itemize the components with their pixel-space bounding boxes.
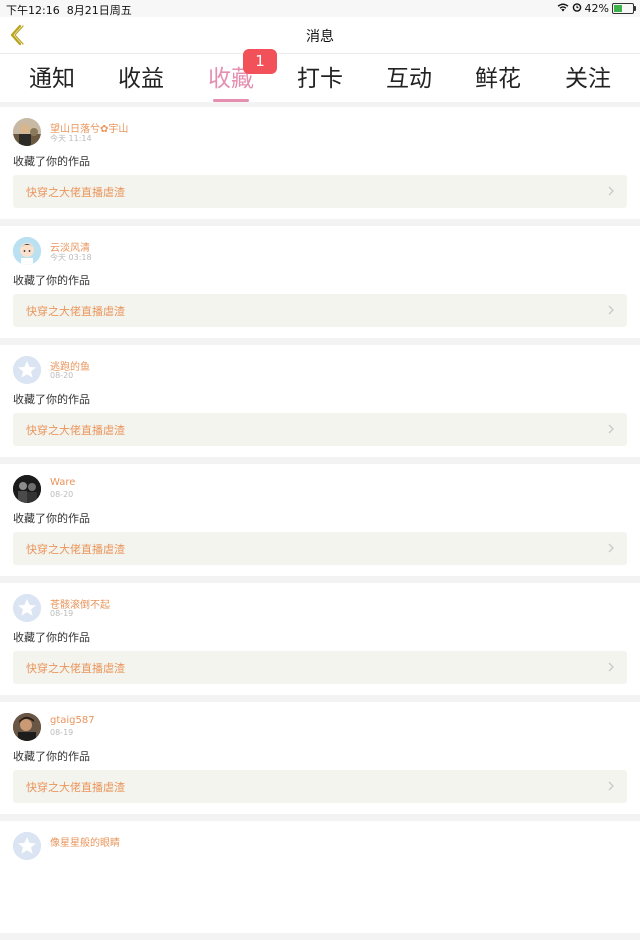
action-text: 收藏了你的作品	[13, 393, 90, 406]
tab-label: 通知	[29, 66, 75, 92]
unread-badge: 1	[243, 49, 277, 74]
avatar[interactable]	[13, 475, 41, 503]
action-text: 收藏了你的作品	[13, 512, 90, 525]
cartoon-avatar-icon	[13, 237, 41, 265]
active-tab-indicator	[213, 99, 249, 102]
list-item: 望山日落兮✿宇山 今天 11:14 收藏了你的作品 快穿之大佬直播虐渣	[0, 107, 640, 219]
tab-flowers[interactable]: 鲜花	[458, 59, 538, 93]
tab-label: 互动	[386, 66, 432, 92]
page-title: 消息	[306, 29, 334, 45]
list-item: gtaig587 08-19 收藏了你的作品 快穿之大佬直播虐渣	[0, 702, 640, 814]
work-title: 快穿之大佬直播虐渣	[26, 662, 125, 675]
timestamp: 08-20	[50, 490, 74, 499]
tab-checkin[interactable]: 打卡	[280, 59, 360, 93]
category-tabs: 通知 收益 收藏 1 打卡 互动 鲜花 关注	[0, 49, 640, 102]
avatar[interactable]	[13, 356, 41, 384]
alarm-icon	[572, 2, 582, 15]
avatar[interactable]	[13, 713, 41, 741]
wifi-icon	[557, 2, 569, 15]
timestamp: 08-20	[50, 371, 74, 380]
battery-icon	[612, 3, 636, 14]
tab-label: 关注	[565, 66, 611, 92]
action-text: 收藏了你的作品	[13, 750, 90, 763]
tab-interaction[interactable]: 互动	[369, 59, 449, 93]
list-item: 逃跑的鱼 08-20 收藏了你的作品 快穿之大佬直播虐渣	[0, 345, 640, 457]
photo-avatar-icon	[13, 713, 41, 741]
timestamp: 今天 11:14	[50, 134, 92, 143]
status-time: 下午12:16 8月21日周五	[6, 2, 132, 18]
timestamp: 08-19	[50, 728, 74, 737]
username[interactable]: Ware	[50, 477, 75, 488]
work-link[interactable]: 快穿之大佬直播虐渣	[13, 651, 627, 684]
status-date: 8月21日周五	[66, 4, 132, 17]
avatar[interactable]	[13, 594, 41, 622]
chevron-right-icon	[608, 305, 614, 315]
username[interactable]: gtaig587	[50, 715, 95, 726]
tab-favorites[interactable]: 收藏 1	[191, 49, 277, 102]
message-list: 望山日落兮✿宇山 今天 11:14 收藏了你的作品 快穿之大佬直播虐渣 云淡风清…	[0, 107, 640, 940]
default-star-avatar-icon	[13, 832, 41, 860]
work-title: 快穿之大佬直播虐渣	[26, 543, 125, 556]
work-link[interactable]: 快穿之大佬直播虐渣	[13, 532, 627, 565]
tab-notifications[interactable]: 通知	[12, 59, 92, 93]
work-title: 快穿之大佬直播虐渣	[26, 305, 125, 318]
work-title: 快穿之大佬直播虐渣	[26, 781, 125, 794]
timestamp: 08-19	[50, 609, 74, 618]
timestamp: 今天 03:18	[50, 253, 92, 262]
work-link[interactable]: 快穿之大佬直播虐渣	[13, 294, 627, 327]
username[interactable]: 像星星般的眼睛	[50, 834, 120, 849]
action-text: 收藏了你的作品	[13, 274, 90, 287]
action-text: 收藏了你的作品	[13, 155, 90, 168]
chevron-right-icon	[608, 186, 614, 196]
chevron-right-icon	[608, 781, 614, 791]
work-link[interactable]: 快穿之大佬直播虐渣	[13, 413, 627, 446]
work-title: 快穿之大佬直播虐渣	[26, 186, 125, 199]
status-bar: 下午12:16 8月21日周五 42%	[0, 0, 640, 17]
status-clock: 下午12:16	[6, 4, 60, 17]
status-right: 42%	[557, 2, 636, 15]
dark-photo-avatar-icon	[13, 475, 41, 503]
chevron-right-icon	[608, 543, 614, 553]
battery-fill	[614, 5, 622, 12]
photo-avatar-icon	[13, 118, 41, 146]
chevron-right-icon	[608, 662, 614, 672]
nav-bar: 消息	[0, 17, 640, 54]
avatar[interactable]	[13, 832, 41, 860]
tab-label: 收益	[118, 66, 164, 92]
list-item: 苍骸滚倒不起 08-19 收藏了你的作品 快穿之大佬直播虐渣	[0, 583, 640, 695]
list-item: 云淡风清 今天 03:18 收藏了你的作品 快穿之大佬直播虐渣	[0, 226, 640, 338]
battery-percent: 42%	[584, 2, 609, 15]
action-text: 收藏了你的作品	[13, 631, 90, 644]
avatar[interactable]	[13, 237, 41, 265]
tab-earnings[interactable]: 收益	[101, 59, 181, 93]
work-title: 快穿之大佬直播虐渣	[26, 424, 125, 437]
tab-label: 打卡	[297, 66, 343, 92]
default-star-avatar-icon	[13, 356, 41, 384]
avatar[interactable]	[13, 118, 41, 146]
list-item: Ware 08-20 收藏了你的作品 快穿之大佬直播虐渣	[0, 464, 640, 576]
tab-label: 鲜花	[475, 66, 521, 92]
default-star-avatar-icon	[13, 594, 41, 622]
chevron-right-icon	[608, 424, 614, 434]
work-link[interactable]: 快穿之大佬直播虐渣	[13, 770, 627, 803]
work-link[interactable]: 快穿之大佬直播虐渣	[13, 175, 627, 208]
list-item: 像星星般的眼睛	[0, 821, 640, 933]
tab-follow[interactable]: 关注	[548, 59, 628, 93]
